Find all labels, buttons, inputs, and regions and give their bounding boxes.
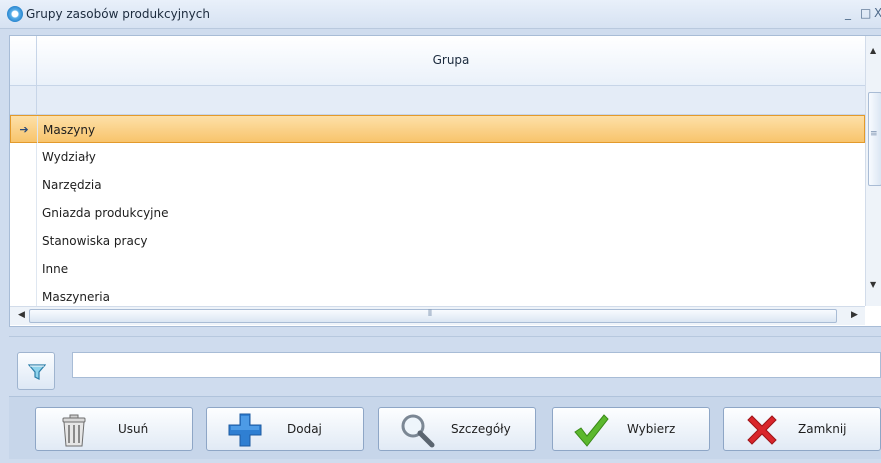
- details-button[interactable]: Szczegóły: [378, 407, 536, 451]
- row-indicator-header: [10, 36, 37, 85]
- select-button-label: Wybierz: [627, 422, 676, 436]
- filter-row-indicator: [10, 86, 37, 114]
- window: Grupy zasobów produkcyjnych _ □ X Grupa …: [0, 0, 881, 463]
- close-button[interactable]: X: [874, 6, 881, 20]
- button-bar: Usuń Dodaj Szczegóły Wybierz Zamknij: [9, 396, 881, 459]
- table-row[interactable]: Maszyneria: [10, 283, 865, 306]
- row-indicator: [10, 199, 37, 227]
- table-cell[interactable]: Inne: [42, 255, 68, 283]
- filter-input[interactable]: [72, 352, 881, 378]
- funnel-icon: [28, 364, 46, 380]
- row-indicator: [10, 255, 37, 283]
- table-row[interactable]: Inne: [10, 255, 865, 284]
- delete-button[interactable]: Usuń: [35, 407, 193, 451]
- details-button-label: Szczegóły: [451, 422, 511, 436]
- app-icon: [7, 6, 23, 22]
- grip-icon: ≡: [870, 129, 878, 139]
- table-row[interactable]: ➔ Maszyny: [10, 115, 865, 144]
- divider: [9, 336, 881, 337]
- table-cell[interactable]: Gniazda produkcyjne: [42, 199, 169, 227]
- scroll-right-icon[interactable]: ▶: [851, 310, 858, 320]
- select-button[interactable]: Wybierz: [552, 407, 710, 451]
- add-button[interactable]: Dodaj: [206, 407, 364, 451]
- close-dialog-button[interactable]: Zamknij: [723, 407, 881, 451]
- table-cell[interactable]: Narzędzia: [42, 171, 102, 199]
- x-icon: [747, 415, 777, 445]
- scroll-down-icon[interactable]: ▼: [870, 280, 876, 289]
- add-button-label: Dodaj: [287, 422, 322, 436]
- trash-icon: [62, 414, 86, 447]
- checkmark-icon: [574, 414, 609, 447]
- window-title: Grupy zasobów produkcyjnych: [26, 7, 210, 21]
- plus-icon: [228, 413, 262, 447]
- table-cell[interactable]: Wydziały: [42, 143, 96, 171]
- table-cell[interactable]: Maszyny: [43, 116, 95, 144]
- table-row[interactable]: Narzędzia: [10, 171, 865, 200]
- close-dialog-button-label: Zamknij: [798, 422, 847, 436]
- table-row[interactable]: Stanowiska pracy: [10, 227, 865, 256]
- table-row[interactable]: Gniazda produkcyjne: [10, 199, 865, 228]
- maximize-button[interactable]: □: [860, 6, 871, 20]
- vertical-scrollbar[interactable]: ▲ ≡ ▼: [865, 36, 881, 306]
- data-grid[interactable]: Grupa ➔ Maszyny Wydziały Narzędzia Gniaz…: [9, 35, 881, 327]
- row-indicator: [10, 171, 37, 199]
- grip-icon: ⦀: [428, 309, 432, 319]
- title-bar[interactable]: Grupy zasobów produkcyjnych _ □ X: [0, 0, 881, 29]
- column-header-grupa[interactable]: Grupa: [37, 36, 865, 85]
- filter-button[interactable]: [17, 352, 55, 390]
- row-indicator: [10, 283, 37, 306]
- vertical-scroll-thumb[interactable]: ≡: [868, 92, 881, 186]
- scroll-up-icon[interactable]: ▲: [870, 46, 876, 55]
- auto-filter-row[interactable]: [10, 86, 865, 115]
- horizontal-scrollbar[interactable]: ◀ ⦀ ▶: [10, 306, 865, 325]
- grid-rows: ➔ Maszyny Wydziały Narzędzia Gniazda pro…: [10, 115, 865, 306]
- row-indicator: [10, 227, 37, 255]
- delete-button-label: Usuń: [118, 422, 149, 436]
- current-row-arrow-icon: ➔: [11, 116, 38, 144]
- scroll-left-icon[interactable]: ◀: [18, 310, 25, 320]
- minimize-button[interactable]: _: [845, 6, 851, 20]
- horizontal-scroll-thumb[interactable]: ⦀: [29, 309, 837, 323]
- row-indicator: [10, 143, 37, 171]
- table-cell[interactable]: Stanowiska pracy: [42, 227, 148, 255]
- table-cell[interactable]: Maszyneria: [42, 283, 110, 306]
- grid-header: Grupa: [10, 36, 865, 86]
- magnifier-icon: [401, 414, 435, 448]
- table-row[interactable]: Wydziały: [10, 143, 865, 172]
